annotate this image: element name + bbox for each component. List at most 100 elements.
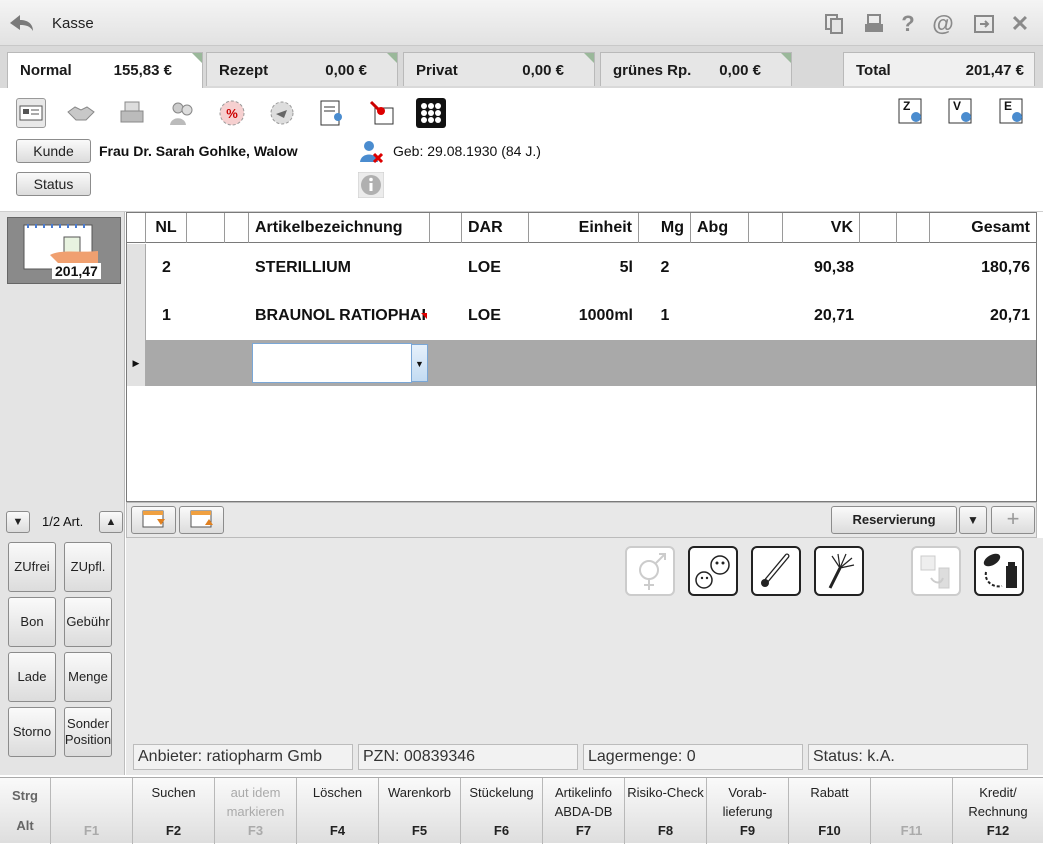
new-entry-row[interactable]: ▶ ▼ — [127, 340, 1036, 386]
reservierung-dropdown-icon[interactable]: ▼ — [959, 506, 987, 534]
scroll-up-button[interactable]: ▲ — [99, 511, 123, 533]
scroll-down-button[interactable]: ▼ — [6, 511, 30, 533]
pin-note-icon[interactable] — [367, 98, 397, 128]
header-empty — [897, 213, 930, 243]
document-person-icon[interactable] — [317, 98, 347, 128]
tab-amount: 0,00 € — [719, 62, 761, 79]
header-abg[interactable]: Abg — [691, 213, 749, 243]
modifier-keys: Strg Alt — [0, 778, 51, 844]
cell-einheit: 1000ml — [578, 307, 633, 324]
table-import-icon[interactable] — [131, 506, 176, 534]
total-label: Total — [856, 62, 891, 79]
f7-artikelinfo-key[interactable]: Artikelinfo ABDA-DB F7 — [543, 778, 625, 844]
zufrei-button[interactable]: ZUfrei — [8, 542, 56, 592]
tab-corner-icon — [584, 53, 594, 63]
patient-remove-icon[interactable] — [358, 138, 384, 164]
f11-key-label: F11 — [900, 823, 923, 838]
info-icon[interactable] — [357, 171, 385, 199]
e-label: E — [1004, 99, 1013, 113]
back-arrow-icon[interactable] — [6, 12, 36, 34]
header-empty — [225, 213, 249, 243]
tab-amount: 0,00 € — [522, 62, 564, 79]
f9-key-label: F9 — [739, 823, 756, 838]
header-einheit[interactable]: Einheit — [529, 213, 639, 243]
receipt-list: 201,47 ▼ 1/2 Art. ▲ — [0, 212, 125, 538]
help-icon[interactable]: ? — [896, 12, 920, 36]
storno-button[interactable]: Storno — [8, 707, 56, 757]
f8-risiko-check-key[interactable]: Risiko-Check F8 — [625, 778, 707, 844]
header-artikelbezeichnung[interactable]: Artikelbezeichnung — [249, 213, 430, 243]
e-patient-icon[interactable]: E — [998, 97, 1028, 127]
close-icon[interactable]: ✕ — [1008, 12, 1032, 36]
keypad-icon[interactable] — [416, 98, 446, 128]
f10-rabatt-key[interactable]: Rabatt F10 — [789, 778, 871, 844]
z-patient-icon[interactable]: Z — [897, 97, 927, 127]
table-export-icon[interactable] — [179, 506, 224, 534]
bon-button[interactable]: Bon — [8, 597, 56, 647]
f1-key[interactable]: F1 — [51, 778, 133, 844]
cell-abg — [691, 292, 749, 340]
zupfl-button[interactable]: ZUpfl. — [64, 542, 112, 592]
f2-suchen-key[interactable]: Suchen F2 — [133, 778, 215, 844]
tab-bar: Normal 155,83 € Rezept 0,00 € Privat 0,0… — [0, 46, 1043, 89]
f3-aut-idem-key[interactable]: aut idem markieren F3 — [215, 778, 297, 844]
article-search-input[interactable] — [252, 343, 412, 383]
tab-normal[interactable]: Normal 155,83 € — [7, 52, 203, 89]
copy-icon[interactable] — [822, 12, 846, 36]
cell-mg: 1 — [660, 307, 670, 324]
sonder-position-button[interactable]: Sonder Position — [64, 707, 112, 757]
v-patient-icon[interactable]: V — [947, 97, 977, 127]
status-button[interactable]: Status — [16, 172, 91, 196]
printer-icon[interactable] — [117, 98, 147, 128]
tab-label: Rezept — [219, 62, 269, 79]
header-vk[interactable]: VK — [783, 213, 860, 243]
kunde-button[interactable]: Kunde — [16, 139, 91, 163]
tab-corner-icon — [387, 53, 397, 63]
f6-stueckelung-key[interactable]: Stückelung F6 — [461, 778, 543, 844]
header-dar[interactable]: DAR — [462, 213, 529, 243]
print-icon[interactable] — [862, 12, 886, 36]
handshake-icon[interactable] — [66, 98, 96, 128]
interaction-check-icon[interactable] — [911, 546, 961, 596]
header-gesamt[interactable]: Gesamt — [930, 213, 1036, 243]
settings-gear-icon[interactable] — [267, 98, 297, 128]
f4-loeschen-key[interactable]: Löschen F4 — [297, 778, 379, 844]
row-selector[interactable] — [127, 244, 146, 292]
at-icon[interactable]: @ — [931, 12, 955, 36]
gebuehr-button[interactable]: Gebühr — [64, 597, 112, 647]
menge-button[interactable]: Menge — [64, 652, 112, 702]
total-tab: Total 201,47 € — [843, 52, 1035, 86]
medication-interaction-icon[interactable] — [974, 546, 1024, 596]
tab-gruenes-rezept[interactable]: grünes Rp. 0,00 € — [600, 52, 792, 86]
tab-rezept[interactable]: Rezept 0,00 € — [206, 52, 398, 86]
table-row[interactable]: 2 STERILLIUM LOE 5l 2 90,38 180,76 — [127, 244, 1036, 292]
f12-kredit-rechnung-key[interactable]: Kredit/ Rechnung F12 — [953, 778, 1043, 844]
table-row[interactable]: 1 BRAUNOL RATIOPHARM LOE 1000ml 1 20,71 … — [127, 292, 1036, 340]
tab-label: Privat — [416, 62, 458, 79]
tab-privat[interactable]: Privat 0,00 € — [403, 52, 595, 86]
current-row-indicator-icon: ▶ — [127, 340, 146, 386]
thermometer-icon[interactable] — [751, 546, 801, 596]
export-icon[interactable] — [972, 12, 996, 36]
f5-warenkorb-key[interactable]: Warenkorb F5 — [379, 778, 461, 844]
add-document-icon[interactable]: + — [991, 506, 1035, 534]
gender-icon[interactable] — [625, 546, 675, 596]
lade-button[interactable]: Lade — [8, 652, 56, 702]
receipt-card[interactable]: 201,47 — [7, 217, 121, 284]
row-selector[interactable] — [127, 292, 146, 340]
pollen-icon[interactable] — [814, 546, 864, 596]
card-reader-icon[interactable] — [16, 98, 46, 128]
age-groups-icon[interactable] — [688, 546, 738, 596]
f9-vorablieferung-key[interactable]: Vorab-lieferung F9 — [707, 778, 789, 844]
reservierung-button[interactable]: Reservierung — [831, 506, 957, 534]
header-mg[interactable]: Mg — [639, 213, 691, 243]
persons-icon[interactable] — [167, 98, 197, 128]
f11-key[interactable]: F11 — [871, 778, 953, 844]
cell-einheit: 5l — [619, 259, 633, 276]
f1-key-label: F1 — [83, 823, 100, 838]
anbieter-field: Anbieter: ratiopharm Gmb — [133, 744, 353, 770]
article-dropdown-button[interactable]: ▼ — [411, 344, 428, 382]
svg-text:%: % — [226, 106, 238, 121]
discount-icon[interactable]: % — [217, 98, 247, 128]
header-nl[interactable]: NL — [146, 213, 187, 243]
